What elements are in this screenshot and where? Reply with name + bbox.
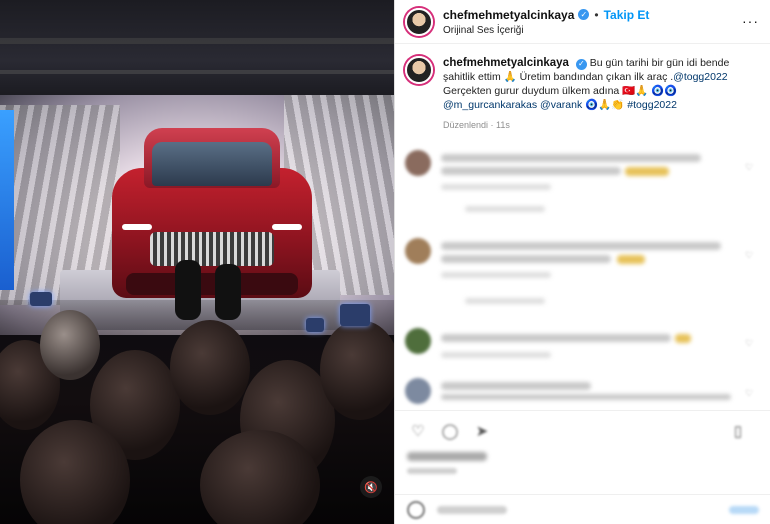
red-suv xyxy=(112,128,312,303)
commenter-avatar[interactable] xyxy=(405,238,431,264)
mention-link[interactable]: @m_gurcankarakas xyxy=(443,99,537,111)
caption-emojis: 🧿🙏👏 xyxy=(582,99,628,111)
comment-text-blurred xyxy=(441,167,621,175)
comment-text-blurred xyxy=(441,382,591,390)
heart-icon[interactable]: ♡ xyxy=(407,420,429,442)
comment-emoji-blurred xyxy=(617,255,645,264)
comment-text-blurred xyxy=(441,242,721,250)
emoji-picker-icon[interactable] xyxy=(407,500,425,519)
comment-text-blurred xyxy=(441,394,731,400)
instagram-post-view: 🔇 chefmehmetyalcinkaya ✓ • Takip Et Orij… xyxy=(0,0,770,524)
comment-meta-blurred xyxy=(441,352,551,358)
like-comment-icon[interactable]: ♡ xyxy=(745,162,755,172)
view-replies-blurred[interactable] xyxy=(465,298,545,304)
lighting-truss xyxy=(0,70,394,74)
commenter-avatar[interactable] xyxy=(405,328,431,354)
separator-dot: • xyxy=(594,7,599,22)
like-comment-icon[interactable]: ♡ xyxy=(745,388,755,398)
view-replies-blurred[interactable] xyxy=(465,206,545,212)
follow-button[interactable]: Takip Et xyxy=(604,8,650,22)
blue-led-wall xyxy=(0,110,14,290)
commenter-avatar[interactable] xyxy=(405,378,431,404)
avatar[interactable] xyxy=(405,56,433,84)
post-header: chefmehmetyalcinkaya ✓ • Takip Et Orijin… xyxy=(395,0,770,44)
comment-text-blurred xyxy=(441,154,701,162)
caption-text: Gerçekten gurur duydum ülkem adına 🇹🇷🙏 🧿… xyxy=(443,85,678,97)
post-video[interactable]: 🔇 xyxy=(0,0,394,524)
hashtag-link[interactable]: #togg2022 xyxy=(627,99,677,111)
audio-link[interactable]: Orijinal Ses İçeriği xyxy=(443,25,649,36)
comment-emoji-blurred xyxy=(625,167,669,176)
add-comment-bar xyxy=(395,494,770,524)
like-comment-icon[interactable]: ♡ xyxy=(745,250,755,260)
avatar[interactable] xyxy=(405,7,433,36)
more-options-icon[interactable]: ··· xyxy=(742,13,759,29)
mention-link[interactable]: @togg2022 xyxy=(673,71,727,83)
bookmark-icon[interactable]: ▯ xyxy=(727,420,749,442)
post-side-panel: chefmehmetyalcinkaya ✓ • Takip Et Orijin… xyxy=(394,0,770,524)
comment-meta-blurred xyxy=(441,272,551,278)
commenter-avatar[interactable] xyxy=(405,150,431,176)
caption-username[interactable]: chefmehmetyalcinkaya xyxy=(443,57,569,69)
post-comment-button-blurred[interactable] xyxy=(729,505,759,514)
comment-text-blurred xyxy=(441,255,611,263)
post-date-blurred xyxy=(407,468,457,474)
comment-meta-blurred xyxy=(441,184,551,190)
comment-icon[interactable]: ◯ xyxy=(439,420,461,442)
audience-phone xyxy=(340,304,370,326)
venue-ceiling xyxy=(0,0,394,110)
audience xyxy=(0,260,394,524)
comment-item: ♡ xyxy=(405,150,757,212)
mute-icon[interactable]: 🔇 xyxy=(360,476,382,498)
mention-link[interactable]: @varank xyxy=(540,99,582,111)
comment-emoji-blurred xyxy=(675,334,691,343)
comment-input-blurred[interactable] xyxy=(437,505,507,514)
likes-count-blurred[interactable] xyxy=(407,452,487,461)
edited-timestamp: Düzenlendi · 11s xyxy=(443,120,510,130)
like-comment-icon[interactable]: ♡ xyxy=(745,338,755,348)
username-link[interactable]: chefmehmetyalcinkaya xyxy=(443,8,574,22)
lighting-truss xyxy=(0,38,394,44)
audience-phone xyxy=(30,292,52,306)
audience-phone xyxy=(306,318,324,332)
comment-item: ♡ xyxy=(405,238,757,304)
share-icon[interactable]: ➤ xyxy=(471,420,493,442)
post-caption: chefmehmetyalcinkaya ✓ Bu gün tarihi bir… xyxy=(405,56,761,132)
verified-badge-icon: ✓ xyxy=(575,58,587,70)
post-actions-bar: ♡ ◯ ➤ ▯ xyxy=(395,410,770,450)
verified-badge-icon: ✓ xyxy=(578,9,590,20)
comment-text-blurred xyxy=(441,334,671,342)
